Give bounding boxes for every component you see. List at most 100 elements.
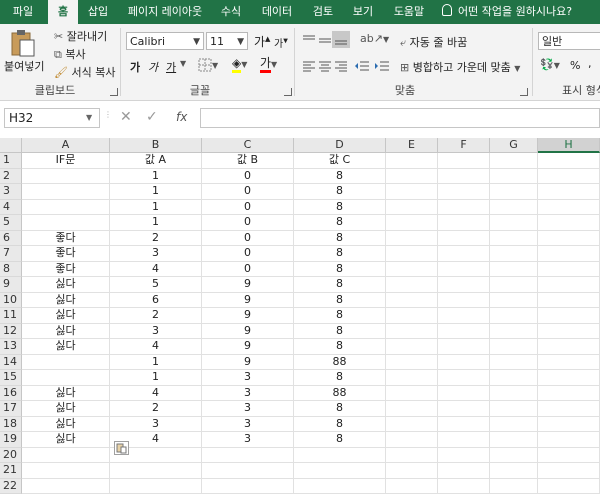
cell-c11[interactable]: 9 bbox=[202, 308, 294, 324]
cell-f21[interactable] bbox=[438, 463, 490, 479]
formula-input[interactable] bbox=[200, 108, 600, 128]
row-header[interactable]: 3 bbox=[0, 184, 22, 200]
cell-a2[interactable] bbox=[22, 169, 110, 185]
cell-d17[interactable]: 8 bbox=[294, 401, 386, 417]
cell-a11[interactable]: 싫다 bbox=[22, 308, 110, 324]
cell-g2[interactable] bbox=[490, 169, 538, 185]
number-format-combo[interactable]: 일반 bbox=[538, 32, 600, 50]
row-header[interactable]: 1 bbox=[0, 153, 22, 169]
cell-b9[interactable]: 5 bbox=[110, 277, 202, 293]
cell-f2[interactable] bbox=[438, 169, 490, 185]
cell-h18[interactable] bbox=[538, 417, 600, 433]
cell-d13[interactable]: 8 bbox=[294, 339, 386, 355]
cell-f9[interactable] bbox=[438, 277, 490, 293]
row-header[interactable]: 20 bbox=[0, 448, 22, 464]
insert-function-button[interactable]: fx bbox=[176, 110, 187, 124]
cell-e3[interactable] bbox=[386, 184, 438, 200]
cell-b10[interactable]: 6 bbox=[110, 293, 202, 309]
cell-h13[interactable] bbox=[538, 339, 600, 355]
bold-button[interactable]: 가 bbox=[130, 59, 140, 75]
cell-d4[interactable]: 8 bbox=[294, 200, 386, 216]
cell-h6[interactable] bbox=[538, 231, 600, 247]
font-size-combo[interactable]: 11▼ bbox=[206, 32, 248, 50]
cell-a7[interactable]: 좋다 bbox=[22, 246, 110, 262]
cell-b1[interactable]: 값 A bbox=[110, 153, 202, 169]
cell-a3[interactable] bbox=[22, 184, 110, 200]
cell-e13[interactable] bbox=[386, 339, 438, 355]
row-header[interactable]: 7 bbox=[0, 246, 22, 262]
copy-button[interactable]: ⧉ 복사 bbox=[54, 46, 86, 62]
cell-h15[interactable] bbox=[538, 370, 600, 386]
cell-h20[interactable] bbox=[538, 448, 600, 464]
cell-c16[interactable]: 3 bbox=[202, 386, 294, 402]
orientation-button[interactable]: ab↗▼ bbox=[360, 32, 389, 45]
paste-button[interactable] bbox=[8, 28, 38, 58]
cell-f4[interactable] bbox=[438, 200, 490, 216]
column-header-a[interactable]: A bbox=[22, 138, 110, 153]
align-middle-button[interactable] bbox=[318, 34, 332, 49]
align-center-button[interactable] bbox=[318, 60, 332, 75]
font-color-button[interactable]: 가▼ bbox=[260, 57, 277, 73]
cell-e1[interactable] bbox=[386, 153, 438, 169]
clipboard-launcher-icon[interactable] bbox=[110, 88, 118, 96]
alignment-launcher-icon[interactable] bbox=[520, 88, 528, 96]
align-bottom-button[interactable] bbox=[332, 31, 350, 48]
row-header[interactable]: 6 bbox=[0, 231, 22, 247]
column-header-e[interactable]: E bbox=[386, 138, 438, 153]
cell-h4[interactable] bbox=[538, 200, 600, 216]
cell-a15[interactable] bbox=[22, 370, 110, 386]
cell-g13[interactable] bbox=[490, 339, 538, 355]
cell-f13[interactable] bbox=[438, 339, 490, 355]
cell-e19[interactable] bbox=[386, 432, 438, 448]
cell-c5[interactable]: 0 bbox=[202, 215, 294, 231]
cell-h3[interactable] bbox=[538, 184, 600, 200]
row-header[interactable]: 14 bbox=[0, 355, 22, 371]
cell-e8[interactable] bbox=[386, 262, 438, 278]
cell-c2[interactable]: 0 bbox=[202, 169, 294, 185]
increase-indent-button[interactable] bbox=[374, 60, 390, 75]
cell-f7[interactable] bbox=[438, 246, 490, 262]
cell-b4[interactable]: 1 bbox=[110, 200, 202, 216]
row-header[interactable]: 5 bbox=[0, 215, 22, 231]
cell-d2[interactable]: 8 bbox=[294, 169, 386, 185]
cell-g19[interactable] bbox=[490, 432, 538, 448]
cell-g10[interactable] bbox=[490, 293, 538, 309]
row-header[interactable]: 15 bbox=[0, 370, 22, 386]
cell-f10[interactable] bbox=[438, 293, 490, 309]
tab-file[interactable]: 파일 bbox=[4, 0, 42, 24]
paste-options-button[interactable] bbox=[114, 441, 129, 455]
cell-g14[interactable] bbox=[490, 355, 538, 371]
cell-g11[interactable] bbox=[490, 308, 538, 324]
cell-f1[interactable] bbox=[438, 153, 490, 169]
tab-review[interactable]: 검토 bbox=[306, 0, 340, 24]
cell-h9[interactable] bbox=[538, 277, 600, 293]
cell-h12[interactable] bbox=[538, 324, 600, 340]
row-header[interactable]: 18 bbox=[0, 417, 22, 433]
cell-c14[interactable]: 9 bbox=[202, 355, 294, 371]
cell-c17[interactable]: 3 bbox=[202, 401, 294, 417]
cell-d9[interactable]: 8 bbox=[294, 277, 386, 293]
cell-h11[interactable] bbox=[538, 308, 600, 324]
cell-h5[interactable] bbox=[538, 215, 600, 231]
cell-h1[interactable] bbox=[538, 153, 600, 169]
cell-c1[interactable]: 값 B bbox=[202, 153, 294, 169]
row-header[interactable]: 13 bbox=[0, 339, 22, 355]
currency-button[interactable]: 💱▼ bbox=[540, 58, 560, 71]
cell-b14[interactable]: 1 bbox=[110, 355, 202, 371]
cell-e10[interactable] bbox=[386, 293, 438, 309]
cell-a19[interactable]: 싫다 bbox=[22, 432, 110, 448]
cell-a16[interactable]: 싫다 bbox=[22, 386, 110, 402]
cell-d10[interactable]: 8 bbox=[294, 293, 386, 309]
cell-f17[interactable] bbox=[438, 401, 490, 417]
cell-g4[interactable] bbox=[490, 200, 538, 216]
cell-f14[interactable] bbox=[438, 355, 490, 371]
cell-c8[interactable]: 0 bbox=[202, 262, 294, 278]
cell-b3[interactable]: 1 bbox=[110, 184, 202, 200]
cell-d3[interactable]: 8 bbox=[294, 184, 386, 200]
cell-f3[interactable] bbox=[438, 184, 490, 200]
align-right-button[interactable] bbox=[334, 60, 348, 75]
cell-h2[interactable] bbox=[538, 169, 600, 185]
row-header[interactable]: 4 bbox=[0, 200, 22, 216]
tab-help[interactable]: 도움말 bbox=[386, 0, 432, 24]
cell-b6[interactable]: 2 bbox=[110, 231, 202, 247]
